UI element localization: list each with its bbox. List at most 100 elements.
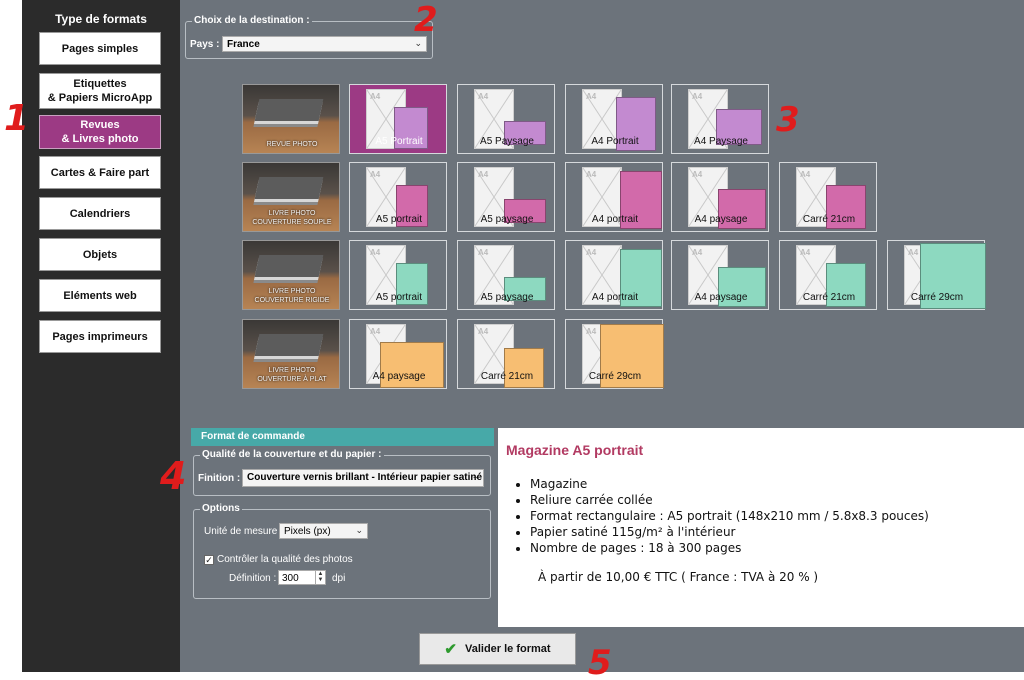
format-option[interactable]: A4 Carré 21cm [779,240,877,310]
format-option[interactable]: A4 A4 paysage [671,162,769,232]
book-illustration [254,255,324,277]
sheet-tag: A4 [586,327,597,336]
definition-spinner[interactable]: 300 ▲ ▼ [278,570,326,585]
sheet-tag: A4 [800,248,811,257]
sidebar-item-calendriers[interactable]: Calendriers [39,197,161,230]
price-text: À partir de 10,00 € TTC ( France : TVA à… [538,570,819,584]
bottom-strip [0,672,1024,680]
annotation-3: 3 [776,100,800,140]
format-option-label: Carré 21cm [802,292,856,303]
check-quality-checkbox[interactable]: ✓ [204,555,214,565]
sheet-tag: A4 [478,248,489,257]
product-photo-caption: REVUE PHOTO [266,141,318,148]
format-option[interactable]: A4 A4 Paysage [671,84,769,154]
sheet-tag: A4 [692,248,703,257]
sidebar-title: Type de formats [55,12,147,26]
product-photo: LIVRE PHOTO COUVERTURE SOUPLE [242,162,340,232]
chevron-down-icon: ⌄ [471,471,479,481]
format-option-label: A4 Paysage [694,136,748,147]
format-option-label: Carré 21cm [802,214,856,225]
format-option-label: A5 portrait [375,214,423,225]
quality-legend: Qualité de la couverture et du papier : [200,449,384,460]
format-option-label: A5 Paysage [480,136,534,147]
list-item: Nombre de pages : 18 à 300 pages [530,540,1016,556]
sheet-tag: A4 [692,170,703,179]
country-value: France [227,39,260,50]
list-item: Papier satiné 115g/m² à l'intérieur [530,524,1016,540]
finish-select[interactable]: Couverture vernis brillant - Intérieur p… [242,469,484,487]
format-option[interactable]: A4 Carré 21cm [457,319,555,389]
sheet-tag: A4 [586,248,597,257]
product-photo-caption: LIVRE PHOTO COUVERTURE SOUPLE [252,210,332,226]
format-option-label: A4 paysage [372,371,426,382]
validate-label: Valider le format [464,643,551,655]
spinner-arrows-icon[interactable]: ▲ ▼ [315,571,325,584]
sheet-tag: A4 [370,92,381,101]
description-list: Magazine Reliure carrée collée Format re… [530,476,1016,556]
definition-label: Définition : [229,573,277,584]
country-select[interactable]: France ⌄ [222,36,427,52]
definition-unit: dpi [332,573,346,584]
sidebar-item-etiquettes[interactable]: Etiquettes & Papiers MicroApp [39,73,161,109]
check-quality-label: Contrôler la qualité des photos [217,554,353,565]
annotation-5: 5 [588,643,612,680]
product-photo: REVUE PHOTO [242,84,340,154]
format-option[interactable]: A4 A5 Paysage [457,84,555,154]
product-photo-caption: LIVRE PHOTO OUVERTURE À PLAT [257,367,327,383]
sidebar-item-elements-web[interactable]: Eléments web [39,279,161,312]
format-option[interactable]: A4 A4 portrait [565,162,663,232]
format-option[interactable]: A4 Carré 29cm [887,240,986,310]
sidebar-item-pages-simples[interactable]: Pages simples [39,32,161,65]
annotation-2: 2 [414,0,438,40]
format-option[interactable]: A4 A5 Portrait [349,84,447,154]
format-option[interactable]: A4 A4 paysage [671,240,769,310]
destination-legend: Choix de la destination : [192,15,312,26]
format-option[interactable]: A4 A5 portrait [349,162,447,232]
format-option-label: A4 portrait [591,214,639,225]
format-type-sidebar: Type de formats Pages simples Etiquettes… [22,0,180,672]
format-option-label: A5 paysage [480,292,534,303]
format-option[interactable]: A4 A4 portrait [565,240,663,310]
validate-format-button[interactable]: ✔ Valider le format [419,633,576,665]
format-option[interactable]: A4 Carré 21cm [779,162,877,232]
format-option-label: A4 portrait [591,292,639,303]
order-format-header: Format de commande [191,428,494,446]
product-photo: LIVRE PHOTO OUVERTURE À PLAT [242,319,340,389]
format-option-label: A5 paysage [480,214,534,225]
unit-label: Unité de mesure : [204,526,283,537]
finish-value: Couverture vernis brillant - Intérieur p… [247,472,483,483]
finish-label: Finition : [198,473,241,484]
book-illustration [254,99,324,121]
format-option-label: A4 Portrait [591,136,639,147]
country-label: Pays : [190,39,220,50]
format-option-label: Carré 29cm [588,371,642,382]
sidebar-item-objets[interactable]: Objets [39,238,161,271]
sidebar-item-pages-imprimeurs[interactable]: Pages imprimeurs [39,320,161,353]
sheet-tag: A4 [908,248,919,257]
list-item: Format rectangulaire : A5 portrait (148x… [530,508,1016,524]
format-option-label: Carré 29cm [910,292,964,303]
unit-value: Pixels (px) [284,526,331,537]
format-option[interactable]: A4 A5 portrait [349,240,447,310]
annotation-1: 1 [4,98,30,139]
book-illustration [254,334,324,356]
definition-value: 300 [282,573,299,584]
description-title: Magazine A5 portrait [506,442,644,458]
format-option[interactable]: A4 A5 paysage [457,162,555,232]
sidebar-item-cartes[interactable]: Cartes & Faire part [39,156,161,189]
sheet-tag: A4 [800,170,811,179]
book-illustration [254,177,324,199]
product-shape-icon [504,348,544,388]
unit-select[interactable]: Pixels (px) ⌄ [279,523,368,539]
format-option-label: A5 Portrait [375,136,423,147]
sheet-tag: A4 [586,170,597,179]
format-option[interactable]: A4 A4 paysage [349,319,447,389]
sheet-tag: A4 [692,92,703,101]
format-option[interactable]: A4 A4 Portrait [565,84,663,154]
sidebar-item-revues-livres[interactable]: Revues & Livres photo [39,115,161,149]
sheet-tag: A4 [478,327,489,336]
format-option[interactable]: A4 A5 paysage [457,240,555,310]
format-option[interactable]: A4 Carré 29cm [565,319,664,389]
sheet-tag: A4 [586,92,597,101]
checkmark-icon: ✔ [444,641,457,658]
